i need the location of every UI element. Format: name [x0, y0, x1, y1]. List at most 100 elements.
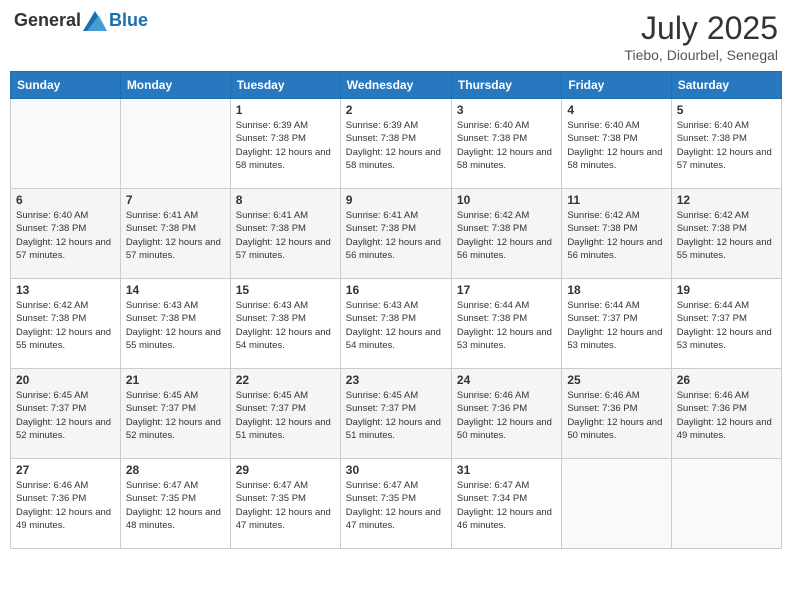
calendar-cell: 31 Sunrise: 6:47 AM Sunset: 7:34 PM Dayli…: [451, 459, 561, 549]
day-info: Sunrise: 6:42 AM Sunset: 7:38 PM Dayligh…: [457, 209, 556, 262]
day-info: Sunrise: 6:46 AM Sunset: 7:36 PM Dayligh…: [16, 479, 115, 532]
day-info: Sunrise: 6:40 AM Sunset: 7:38 PM Dayligh…: [457, 119, 556, 172]
day-info: Sunrise: 6:46 AM Sunset: 7:36 PM Dayligh…: [457, 389, 556, 442]
calendar-week-5: 27 Sunrise: 6:46 AM Sunset: 7:36 PM Dayli…: [11, 459, 782, 549]
calendar-cell: 15 Sunrise: 6:43 AM Sunset: 7:38 PM Dayli…: [230, 279, 340, 369]
calendar-cell: 12Sunrise: 6:42 AM Sunset: 7:38 PM Dayli…: [671, 189, 781, 279]
weekday-header-tuesday: Tuesday: [230, 72, 340, 99]
day-info: Sunrise: 6:47 AM Sunset: 7:35 PM Dayligh…: [346, 479, 446, 532]
calendar-cell: 21 Sunrise: 6:45 AM Sunset: 7:37 PM Dayli…: [120, 369, 230, 459]
day-info: Sunrise: 6:43 AM Sunset: 7:38 PM Dayligh…: [236, 299, 335, 352]
calendar-cell: 28 Sunrise: 6:47 AM Sunset: 7:35 PM Dayli…: [120, 459, 230, 549]
calendar-cell: 27 Sunrise: 6:46 AM Sunset: 7:36 PM Dayli…: [11, 459, 121, 549]
calendar-cell: 11 Sunrise: 6:42 AM Sunset: 7:38 PM Dayli…: [562, 189, 671, 279]
calendar-week-1: 1 Sunrise: 6:39 AM Sunset: 7:38 PM Daylig…: [11, 99, 782, 189]
day-number: 18: [567, 283, 665, 297]
day-number: 5: [677, 103, 776, 117]
day-info: Sunrise: 6:39 AM Sunset: 7:38 PM Dayligh…: [236, 119, 335, 172]
calendar-cell: 4 Sunrise: 6:40 AM Sunset: 7:38 PM Daylig…: [562, 99, 671, 189]
weekday-header-friday: Friday: [562, 72, 671, 99]
calendar-table: SundayMondayTuesdayWednesdayThursdayFrid…: [10, 71, 782, 549]
calendar-cell: 16Sunrise: 6:43 AM Sunset: 7:38 PM Dayli…: [340, 279, 451, 369]
day-info: Sunrise: 6:44 AM Sunset: 7:38 PM Dayligh…: [457, 299, 556, 352]
day-number: 31: [457, 463, 556, 477]
calendar-cell: 26 Sunrise: 6:46 AM Sunset: 7:36 PM Dayli…: [671, 369, 781, 459]
day-info: Sunrise: 6:42 AM Sunset: 7:38 PM Dayligh…: [567, 209, 665, 262]
calendar-cell: 6Sunrise: 6:40 AM Sunset: 7:38 PM Daylig…: [11, 189, 121, 279]
calendar-week-3: 13 Sunrise: 6:42 AM Sunset: 7:38 PM Dayli…: [11, 279, 782, 369]
day-number: 8: [236, 193, 335, 207]
calendar-cell: 30 Sunrise: 6:47 AM Sunset: 7:35 PM Dayli…: [340, 459, 451, 549]
day-info: Sunrise: 6:47 AM Sunset: 7:35 PM Dayligh…: [126, 479, 225, 532]
calendar-cell: 7 Sunrise: 6:41 AM Sunset: 7:38 PM Daylig…: [120, 189, 230, 279]
day-info: Sunrise: 6:47 AM Sunset: 7:34 PM Dayligh…: [457, 479, 556, 532]
day-number: 27: [16, 463, 115, 477]
day-number: 7: [126, 193, 225, 207]
day-number: 10: [457, 193, 556, 207]
calendar-cell: 17 Sunrise: 6:44 AM Sunset: 7:38 PM Dayli…: [451, 279, 561, 369]
location: Tiebo, Diourbel, Senegal: [624, 47, 778, 63]
calendar-cell: 10 Sunrise: 6:42 AM Sunset: 7:38 PM Dayli…: [451, 189, 561, 279]
day-number: 17: [457, 283, 556, 297]
day-info: Sunrise: 6:42 AM Sunset: 7:38 PM Dayligh…: [16, 299, 115, 352]
calendar-cell: 19Sunrise: 6:44 AM Sunset: 7:37 PM Dayli…: [671, 279, 781, 369]
calendar-cell: [11, 99, 121, 189]
calendar-cell: 8Sunrise: 6:41 AM Sunset: 7:38 PM Daylig…: [230, 189, 340, 279]
day-info: Sunrise: 6:41 AM Sunset: 7:38 PM Dayligh…: [346, 209, 446, 262]
day-number: 13: [16, 283, 115, 297]
day-number: 11: [567, 193, 665, 207]
calendar-cell: 29 Sunrise: 6:47 AM Sunset: 7:35 PM Dayli…: [230, 459, 340, 549]
day-number: 22: [236, 373, 335, 387]
logo: General Blue: [14, 10, 148, 31]
day-number: 6: [16, 193, 115, 207]
day-number: 26: [677, 373, 776, 387]
day-info: Sunrise: 6:43 AM Sunset: 7:38 PM Dayligh…: [126, 299, 225, 352]
day-number: 2: [346, 103, 446, 117]
logo-icon: [83, 11, 107, 31]
day-info: Sunrise: 6:43 AM Sunset: 7:38 PM Dayligh…: [346, 299, 446, 352]
day-number: 4: [567, 103, 665, 117]
day-info: Sunrise: 6:45 AM Sunset: 7:37 PM Dayligh…: [236, 389, 335, 442]
day-info: Sunrise: 6:40 AM Sunset: 7:38 PM Dayligh…: [677, 119, 776, 172]
calendar-header-row: SundayMondayTuesdayWednesdayThursdayFrid…: [11, 72, 782, 99]
title-block: July 2025 Tiebo, Diourbel, Senegal: [624, 10, 778, 63]
day-number: 29: [236, 463, 335, 477]
day-info: Sunrise: 6:45 AM Sunset: 7:37 PM Dayligh…: [346, 389, 446, 442]
calendar-cell: 2 Sunrise: 6:39 AM Sunset: 7:38 PM Daylig…: [340, 99, 451, 189]
day-info: Sunrise: 6:45 AM Sunset: 7:37 PM Dayligh…: [16, 389, 115, 442]
calendar-cell: 22 Sunrise: 6:45 AM Sunset: 7:37 PM Dayli…: [230, 369, 340, 459]
day-info: Sunrise: 6:47 AM Sunset: 7:35 PM Dayligh…: [236, 479, 335, 532]
calendar-cell: 3 Sunrise: 6:40 AM Sunset: 7:38 PM Daylig…: [451, 99, 561, 189]
day-info: Sunrise: 6:40 AM Sunset: 7:38 PM Dayligh…: [567, 119, 665, 172]
calendar-cell: 9 Sunrise: 6:41 AM Sunset: 7:38 PM Daylig…: [340, 189, 451, 279]
calendar-cell: 5 Sunrise: 6:40 AM Sunset: 7:38 PM Daylig…: [671, 99, 781, 189]
day-info: Sunrise: 6:46 AM Sunset: 7:36 PM Dayligh…: [677, 389, 776, 442]
weekday-header-saturday: Saturday: [671, 72, 781, 99]
weekday-header-sunday: Sunday: [11, 72, 121, 99]
day-number: 3: [457, 103, 556, 117]
day-number: 28: [126, 463, 225, 477]
calendar-cell: 25 Sunrise: 6:46 AM Sunset: 7:36 PM Dayli…: [562, 369, 671, 459]
weekday-header-wednesday: Wednesday: [340, 72, 451, 99]
calendar-cell: 23Sunrise: 6:45 AM Sunset: 7:37 PM Dayli…: [340, 369, 451, 459]
calendar-week-4: 20 Sunrise: 6:45 AM Sunset: 7:37 PM Dayli…: [11, 369, 782, 459]
day-number: 25: [567, 373, 665, 387]
calendar-cell: 1 Sunrise: 6:39 AM Sunset: 7:38 PM Daylig…: [230, 99, 340, 189]
day-number: 9: [346, 193, 446, 207]
page-header: General Blue July 2025 Tiebo, Diourbel, …: [10, 10, 782, 63]
calendar-cell: [671, 459, 781, 549]
calendar-cell: 14Sunrise: 6:43 AM Sunset: 7:38 PM Dayli…: [120, 279, 230, 369]
day-number: 15: [236, 283, 335, 297]
day-info: Sunrise: 6:45 AM Sunset: 7:37 PM Dayligh…: [126, 389, 225, 442]
weekday-header-monday: Monday: [120, 72, 230, 99]
day-info: Sunrise: 6:46 AM Sunset: 7:36 PM Dayligh…: [567, 389, 665, 442]
day-number: 30: [346, 463, 446, 477]
calendar-cell: 13 Sunrise: 6:42 AM Sunset: 7:38 PM Dayli…: [11, 279, 121, 369]
day-number: 20: [16, 373, 115, 387]
day-info: Sunrise: 6:41 AM Sunset: 7:38 PM Dayligh…: [126, 209, 225, 262]
calendar-cell: [562, 459, 671, 549]
day-info: Sunrise: 6:39 AM Sunset: 7:38 PM Dayligh…: [346, 119, 446, 172]
day-number: 19: [677, 283, 776, 297]
day-number: 21: [126, 373, 225, 387]
day-number: 1: [236, 103, 335, 117]
